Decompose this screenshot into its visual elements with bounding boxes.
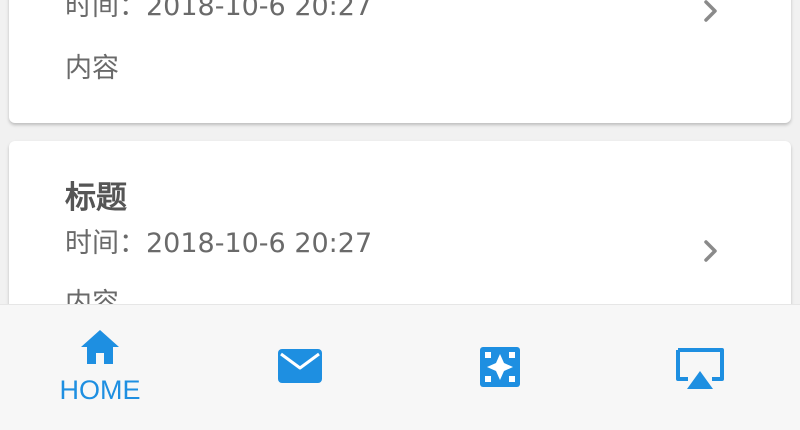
tab-airplay[interactable] [600, 305, 800, 430]
bottom-tab-bar: HOME [0, 304, 800, 430]
airplay-icon [676, 348, 724, 389]
card-title: 标题 [65, 180, 127, 216]
tab-apps[interactable] [400, 305, 600, 430]
card-content: 内容 [65, 53, 119, 84]
mail-icon [278, 349, 322, 383]
list-card[interactable]: 时间：2018-10-6 20:27 内容 [9, 0, 791, 123]
card-time: 时间：2018-10-6 20:27 [65, 228, 373, 259]
screen: 时间：2018-10-6 20:27 内容 标题 时间：2018-10-6 20… [0, 0, 800, 430]
chevron-right-icon[interactable] [699, 0, 723, 26]
home-icon [81, 330, 119, 364]
card-time: 时间：2018-10-6 20:27 [65, 0, 373, 22]
apps-icon [480, 347, 520, 387]
tab-home-label: HOME [59, 375, 141, 405]
tab-home[interactable]: HOME [0, 305, 200, 430]
tab-mail[interactable] [200, 305, 400, 430]
chevron-right-icon[interactable] [699, 236, 723, 266]
